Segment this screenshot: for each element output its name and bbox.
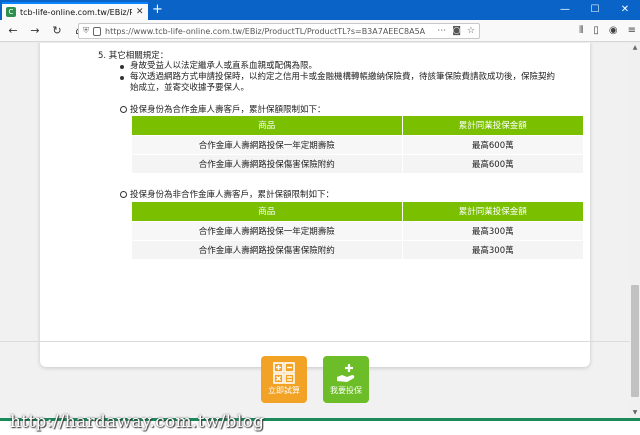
rules-list: 身故受益人以法定繼承人或直系血親或配偶為限。 每次透過網路方式申請投保時，以約定… bbox=[120, 61, 560, 94]
apply-insurance-button-label: 我要投保 bbox=[330, 386, 362, 395]
limit-table-2-title: 投保身份為非合作金庫人壽客戶，累計保額限制如下： bbox=[120, 188, 334, 200]
back-arrow-icon[interactable]: ← bbox=[4, 24, 22, 37]
product-cell: 合作金庫人壽網路投保傷害保險附約 bbox=[132, 153, 403, 173]
account-icon[interactable]: ◉ bbox=[609, 25, 618, 36]
product-cell: 合作金庫人壽網路投保傷害保險附約 bbox=[132, 239, 403, 259]
limit-table-1: 商品 累計同業投保金額 合作金庫人壽網路投保一年定期壽險 最高600萬 合作金庫… bbox=[132, 116, 583, 173]
content-card: 5. 其它相關規定： 身故受益人以法定繼承人或直系血親或配偶為限。 每次透過網路… bbox=[40, 43, 590, 367]
window-controls: — ☐ ✕ bbox=[550, 0, 640, 20]
forward-arrow-icon[interactable]: → bbox=[26, 24, 44, 37]
close-window-button[interactable]: ✕ bbox=[610, 0, 640, 20]
hand-plus-icon bbox=[337, 364, 355, 382]
pocket-icon[interactable]: ◙ bbox=[452, 26, 461, 36]
reload-icon[interactable]: ↻ bbox=[48, 24, 66, 37]
table-row: 合作金庫人壽網路投保一年定期壽險 最高600萬 bbox=[132, 134, 583, 154]
url-text[interactable]: https://www.tcb-life-online.com.tw/EBiz/… bbox=[105, 27, 425, 36]
calculate-button-label: 立即試算 bbox=[268, 386, 300, 395]
apply-insurance-button[interactable]: 我要投保 bbox=[323, 356, 369, 403]
vertical-scrollbar[interactable]: ▲ ▼ bbox=[630, 43, 640, 418]
scroll-thumb[interactable] bbox=[631, 285, 639, 397]
navigation-bar: ← → ↻ ⌂ ⛨ https://www.tcb-life-online.co… bbox=[0, 20, 640, 42]
bookmark-star-icon[interactable]: ☆ bbox=[467, 26, 475, 36]
scroll-down-icon[interactable]: ▼ bbox=[630, 408, 640, 418]
section-title: 5. 其它相關規定： bbox=[98, 51, 169, 61]
browser-tab[interactable]: C tcb-life-online.com.tw/EBiz/P ✕ bbox=[2, 2, 148, 20]
table-header-product: 商品 bbox=[132, 202, 403, 221]
product-cell: 合作金庫人壽網路投保一年定期壽險 bbox=[132, 134, 403, 154]
table-row: 合作金庫人壽網路投保傷害保險附約 最高600萬 bbox=[132, 153, 583, 173]
browser-titlebar: C tcb-life-online.com.tw/EBiz/P ✕ + — ☐ … bbox=[0, 0, 640, 20]
close-tab-icon[interactable]: ✕ bbox=[136, 7, 144, 17]
rule-item: 每次透過網路方式申請投保時，以約定之信用卡或金融機構轉帳繳納保險費，待該筆保險費… bbox=[120, 72, 560, 94]
favicon-icon: C bbox=[6, 7, 16, 17]
sidebar-icon[interactable]: ▯ bbox=[593, 25, 599, 36]
product-cell: 合作金庫人壽網路投保一年定期壽險 bbox=[132, 220, 403, 240]
calculator-icon bbox=[273, 362, 295, 384]
watermark: http://hardaway.com.tw/blog bbox=[10, 412, 265, 432]
more-actions-icon[interactable]: ⋯ bbox=[437, 26, 446, 36]
tab-title: tcb-life-online.com.tw/EBiz/P bbox=[20, 7, 132, 17]
amount-cell: 最高300萬 bbox=[402, 220, 583, 240]
amount-cell: 最高600萬 bbox=[402, 153, 583, 173]
page-viewport: 5. 其它相關規定： 身故受益人以法定繼承人或直系血親或配偶為限。 每次透過網路… bbox=[0, 43, 630, 418]
amount-cell: 最高300萬 bbox=[402, 239, 583, 259]
table-header-product: 商品 bbox=[132, 116, 403, 135]
table-header-amount: 累計同業投保金額 bbox=[402, 202, 583, 221]
url-tools: ⋯ ◙ ☆ bbox=[437, 26, 475, 36]
table-row: 合作金庫人壽網路投保傷害保險附約 最高300萬 bbox=[132, 239, 583, 259]
maximize-button[interactable]: ☐ bbox=[580, 0, 610, 20]
minimize-button[interactable]: — bbox=[550, 0, 580, 20]
new-tab-button[interactable]: + bbox=[152, 3, 163, 17]
limit-table-1-title: 投保身份為合作金庫人壽客戶，累計保額限制如下： bbox=[120, 103, 326, 115]
table-row: 合作金庫人壽網路投保一年定期壽險 最高300萬 bbox=[132, 220, 583, 240]
section-divider bbox=[0, 341, 630, 342]
limit-table-2: 商品 累計同業投保金額 合作金庫人壽網路投保一年定期壽險 最高300萬 合作金庫… bbox=[132, 202, 583, 259]
calculate-button[interactable]: 立即試算 bbox=[261, 356, 307, 403]
menu-icon[interactable]: ≡ bbox=[628, 25, 636, 36]
lock-icon[interactable] bbox=[93, 26, 101, 36]
address-bar[interactable]: ⛨ https://www.tcb-life-online.com.tw/EBi… bbox=[78, 23, 480, 39]
scroll-up-icon[interactable]: ▲ bbox=[630, 43, 640, 53]
toolbar-right: ⫴ ▯ ◉ ≡ bbox=[579, 25, 636, 36]
amount-cell: 最高600萬 bbox=[402, 134, 583, 154]
tracking-shield-icon[interactable]: ⛨ bbox=[83, 26, 89, 36]
table-header-amount: 累計同業投保金額 bbox=[402, 116, 583, 135]
library-icon[interactable]: ⫴ bbox=[579, 25, 583, 36]
rule-item: 身故受益人以法定繼承人或直系血親或配偶為限。 bbox=[120, 61, 560, 72]
